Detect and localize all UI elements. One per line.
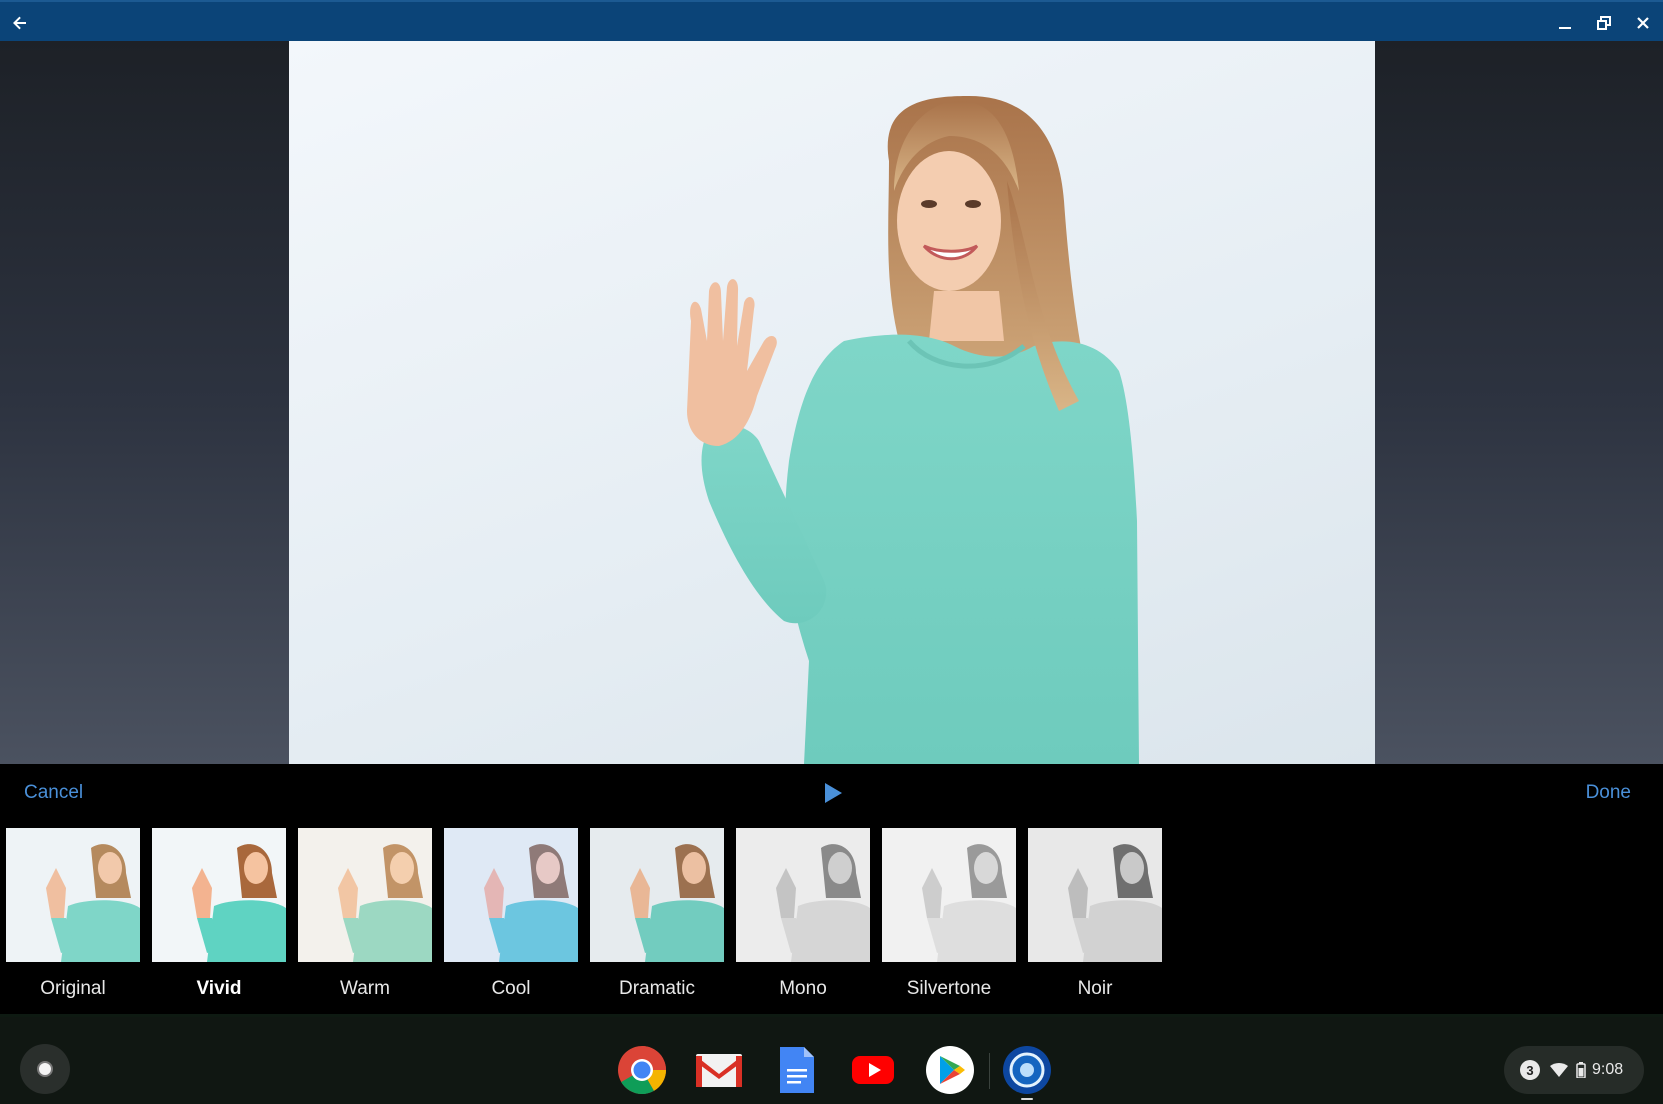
filter-noir[interactable]: Noir: [1028, 828, 1162, 1008]
battery-icon: [1576, 1062, 1586, 1078]
camera-app-icon: [1003, 1046, 1051, 1094]
filter-label: Original: [40, 978, 106, 999]
filter-cool[interactable]: Cool: [444, 828, 578, 1008]
shelf-app-play-store[interactable]: [925, 1045, 975, 1095]
photo-viewer: [0, 41, 1663, 764]
play-store-icon: [926, 1046, 974, 1094]
shelf-divider: [989, 1053, 990, 1089]
filter-thumbnail: [152, 828, 286, 962]
launcher-button[interactable]: [20, 1044, 70, 1094]
youtube-icon: [852, 1056, 894, 1084]
woman-waving-photo: [687, 96, 1139, 764]
play-icon: [825, 783, 842, 803]
photo-editor-window: Cancel Done Original Vivid Warm Cool Dra…: [0, 0, 1663, 1104]
edit-toolbar: Cancel Done: [0, 764, 1663, 824]
filter-warm[interactable]: Warm: [298, 828, 432, 1008]
minimize-button[interactable]: [1545, 2, 1585, 43]
cancel-button[interactable]: Cancel: [24, 782, 83, 804]
filter-thumbnail: [590, 828, 724, 962]
filter-thumbnail: [736, 828, 870, 962]
shelf-app-docs[interactable]: [771, 1045, 821, 1095]
filter-thumbnail: [444, 828, 578, 962]
filter-label: Noir: [1077, 978, 1113, 999]
wifi-icon: [1550, 1063, 1568, 1077]
filter-label: Dramatic: [618, 978, 695, 999]
status-tray[interactable]: 3 9:08: [1504, 1046, 1644, 1094]
close-icon: [1637, 16, 1649, 29]
restore-icon: [1597, 15, 1611, 30]
shelf-app-youtube[interactable]: [848, 1045, 898, 1095]
docs-icon: [780, 1047, 814, 1093]
shelf-app-chrome[interactable]: [617, 1045, 667, 1095]
filter-mono[interactable]: Mono: [736, 828, 870, 1008]
filter-label: Warm: [340, 978, 390, 999]
shelf-app-camera[interactable]: [1002, 1045, 1052, 1095]
filter-vivid[interactable]: Vivid: [152, 828, 286, 1008]
notification-count-badge: 3: [1520, 1060, 1540, 1080]
filter-label: Mono: [779, 978, 827, 999]
close-button[interactable]: [1623, 2, 1663, 43]
filter-thumbnail: [6, 828, 140, 962]
title-bar: [0, 0, 1663, 41]
back-button[interactable]: [0, 2, 40, 43]
main-photo: [289, 41, 1375, 764]
system-shelf: 3 9:08: [0, 1017, 1663, 1104]
launcher-icon: [37, 1061, 53, 1077]
filter-original[interactable]: Original: [6, 828, 140, 1008]
filter-strip: Original Vivid Warm Cool Dramatic Mono S…: [0, 824, 1663, 1014]
filter-label: Silvertone: [906, 978, 992, 999]
back-arrow-icon: [13, 16, 26, 29]
filter-silvertone[interactable]: Silvertone: [882, 828, 1016, 1008]
shelf-app-gmail[interactable]: [694, 1045, 744, 1095]
done-button[interactable]: Done: [1586, 782, 1631, 804]
minimize-icon: [1559, 26, 1571, 29]
chrome-icon: [618, 1046, 666, 1095]
filter-label: Cool: [491, 978, 531, 999]
filter-dramatic[interactable]: Dramatic: [590, 828, 724, 1008]
clock: 9:08: [1592, 1061, 1624, 1078]
restore-button[interactable]: [1584, 2, 1624, 43]
play-button[interactable]: [820, 780, 846, 806]
filter-thumbnail: [1028, 828, 1162, 962]
active-app-indicator: [1021, 1098, 1033, 1100]
filter-thumbnail: [882, 828, 1016, 962]
filter-thumbnail: [298, 828, 432, 962]
gmail-icon: [696, 1054, 742, 1087]
filter-label: Vivid: [196, 978, 242, 999]
